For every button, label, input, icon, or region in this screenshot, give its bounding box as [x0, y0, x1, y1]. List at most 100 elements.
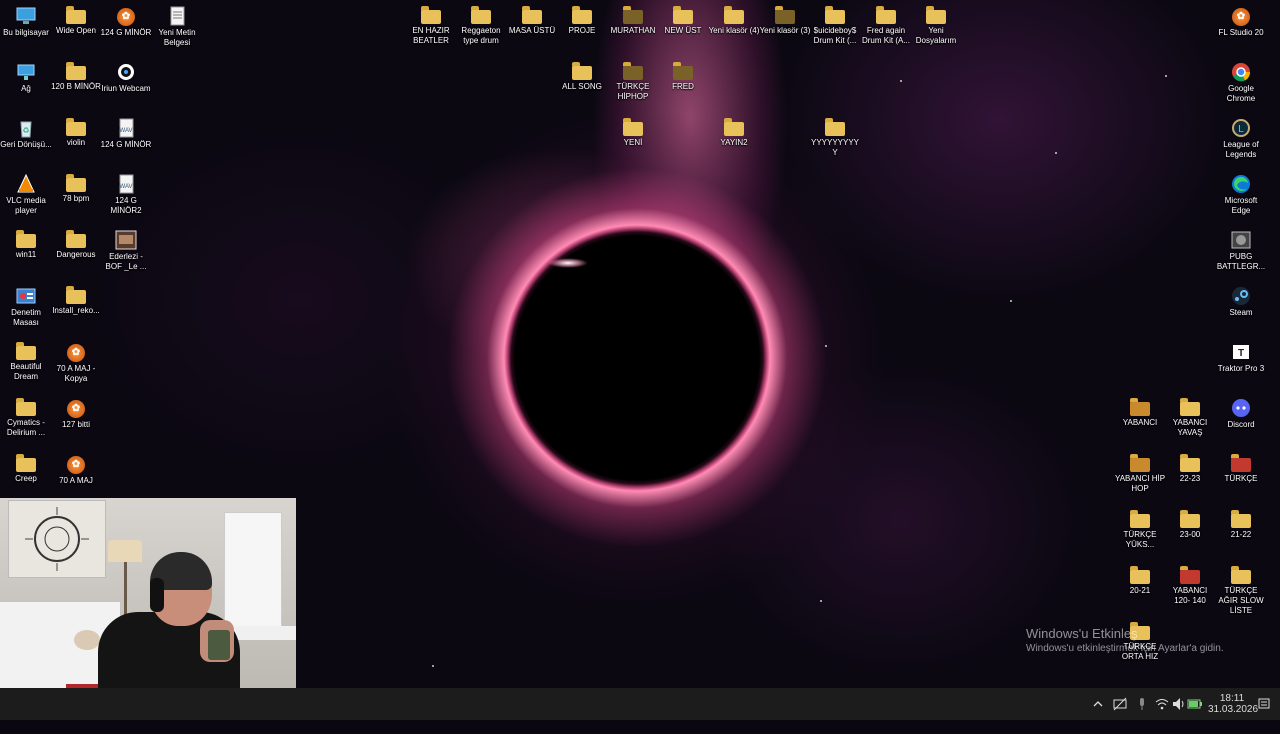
volume-icon[interactable]	[1170, 688, 1186, 720]
desktop-icon-beautiful-dream[interactable]: Beautiful Dream	[0, 336, 52, 382]
desktop-icon-cymatics-delirium[interactable]: Cymatics - Delirium ...	[0, 392, 52, 438]
desktop-icon-yabanci-120-140[interactable]: YABANCI 120- 140	[1164, 560, 1216, 606]
desktop-icon-yeni-dosyalarim[interactable]: Yeni Dosyalarım	[910, 0, 962, 46]
wallpaper-flare	[548, 258, 588, 268]
desktop-icon-turkce[interactable]: TÜRKÇE	[1215, 448, 1267, 484]
desktop-icon-70-a-maj-kopya[interactable]: ✿ 70 A MAJ - Kopya	[50, 336, 102, 384]
desktop-icon-fred[interactable]: FRED	[657, 56, 709, 92]
desktop-icon-124-g-minor-wav[interactable]: WAV 124 G MİNÖR	[100, 112, 152, 150]
desktop-icon-label: Steam	[1229, 308, 1253, 317]
desktop-icon-label: 21-22	[1230, 530, 1252, 539]
folder-icon	[66, 230, 86, 248]
desktop-icon-yabanci[interactable]: YABANCI	[1114, 392, 1166, 428]
svg-text:♻: ♻	[22, 126, 29, 135]
desktop-icon-label: Dangerous	[56, 250, 96, 259]
desktop-icon-label: Install_reko...	[52, 306, 100, 315]
desktop-icon-iriun-webcam[interactable]: Iriun Webcam	[100, 56, 152, 94]
desktop-icon-murathan[interactable]: MURATHAN	[607, 0, 659, 36]
microphone-icon[interactable]	[1134, 688, 1150, 720]
desktop-icon-yabanci-yavas[interactable]: YABANCI YAVAŞ	[1164, 392, 1216, 438]
desktop-icon-22-23[interactable]: 22-23	[1164, 448, 1216, 484]
taskbar: 18:11 31.03.2026	[0, 688, 1280, 720]
desktop-icon-traktor-pro-3[interactable]: T Traktor Pro 3	[1215, 336, 1267, 374]
desktop-icon-steam[interactable]: Steam	[1215, 280, 1267, 318]
desktop-icon-label: NEW ÜST	[664, 26, 702, 35]
desktop-icon-label: violin	[66, 138, 86, 147]
desktop-icon-ag[interactable]: Ağ	[0, 56, 52, 94]
folder-icon	[623, 62, 643, 80]
desktop-icon-masa-ustu[interactable]: MASA ÜSTÜ	[506, 0, 558, 36]
desktop-icon-bu-bilgisayar[interactable]: Bu bilgisayar	[0, 0, 52, 38]
desktop-icon-124-g-minor2[interactable]: WAV 124 G MİNÖR2	[100, 168, 152, 216]
desktop-icon-violin[interactable]: violin	[50, 112, 102, 148]
folder-icon	[1231, 510, 1251, 528]
desktop-icon-turkce-yuks[interactable]: TÜRKÇE YÜKS...	[1114, 504, 1166, 550]
desktop-icon-dangerous[interactable]: Dangerous	[50, 224, 102, 260]
activation-message: Windows'u etkinleştirmek için Ayarlar'a …	[1026, 643, 1224, 654]
desktop-icon-ederlezi[interactable]: Ederlezi - BOF _Le ...	[100, 224, 152, 272]
desktop-icon-all-song[interactable]: ALL SONG	[556, 56, 608, 92]
chevron-up-icon[interactable]	[1090, 688, 1106, 720]
desktop-icon-turkce-agir-slow-liste[interactable]: TÜRKÇE AĞIR SLOW LİSTE	[1215, 560, 1267, 616]
desktop-icon-label: FRED	[672, 82, 694, 91]
desktop-icon-78-bpm[interactable]: 78 bpm	[50, 168, 102, 204]
desktop-icon-label: PUBG BATTLEGR...	[1216, 252, 1266, 271]
desktop-icon-league-of-legends[interactable]: L League of Legends	[1215, 112, 1267, 160]
desktop-icon-en-hazir-beatler[interactable]: EN HAZIR BEATLER	[405, 0, 457, 46]
fl-studio-project-icon: ✿	[117, 8, 135, 26]
desktop-icon-fred-again-drum-kit[interactable]: Fred again Drum Kit (A...	[860, 0, 912, 46]
desktop-icon-creep[interactable]: Creep	[0, 448, 52, 484]
desktop-icon-label: TÜRKÇE HİPHOP	[616, 82, 650, 101]
battery-icon[interactable]	[1186, 688, 1204, 720]
desktop-icon-yeni-klasor-3[interactable]: Yeni klasör (3)	[759, 0, 811, 36]
desktop-icon-70-a-maj[interactable]: ✿ 70 A MAJ	[50, 448, 102, 486]
desktop-icon-microsoft-edge[interactable]: Microsoft Edge	[1215, 168, 1267, 216]
desktop-icon-pubg[interactable]: PUBG BATTLEGR...	[1215, 224, 1267, 272]
desktop-icon-yeni[interactable]: YENİ	[607, 112, 659, 148]
desktop-icon-21-22[interactable]: 21-22	[1215, 504, 1267, 540]
desktop-icon-yayin2[interactable]: YAYIN2	[708, 112, 760, 148]
desktop-icon-discord[interactable]: Discord	[1215, 392, 1267, 430]
desktop-icon-124-g-minor-flp[interactable]: ✿ 124 G MİNÖR	[100, 0, 152, 38]
desktop-icon-denetim-masasi[interactable]: Denetim Masası	[0, 280, 52, 328]
clock[interactable]: 18:11 31.03.2026	[1208, 688, 1258, 720]
desktop-icon-geri-donusum[interactable]: ♻ Geri Dönüşü...	[0, 112, 52, 150]
desktop-icon-120-b-minor[interactable]: 120 B MİNÖR	[50, 56, 102, 92]
pubg-icon	[1230, 230, 1252, 250]
network-off-icon[interactable]	[1112, 688, 1128, 720]
desktop-icon-yyyyyyyyyy[interactable]: YYYYYYYYYY	[809, 112, 861, 158]
desktop-icon-label: Reggaeton type drum	[461, 26, 501, 45]
desktop-icon-vlc[interactable]: VLC media player	[0, 168, 52, 216]
desktop-icon-proje[interactable]: PROJE	[556, 0, 608, 36]
folder-icon	[876, 6, 896, 24]
desktop-icon-label: Beautiful Dream	[10, 362, 42, 381]
notification-icon[interactable]	[1256, 688, 1272, 720]
desktop-icon-label: Geri Dönüşü...	[0, 140, 52, 149]
folder-icon	[1130, 566, 1150, 584]
desktop-icon-google-chrome[interactable]: Google Chrome	[1215, 56, 1267, 104]
desktop-icon-label: 20-21	[1129, 586, 1151, 595]
desktop-icon-label: YABANCI 120- 140	[1172, 586, 1208, 605]
desktop-icon-turkce-hiphop[interactable]: TÜRKÇE HİPHOP	[607, 56, 659, 102]
desktop-icon-yabanci-hip-hop[interactable]: YABANCI HİP HOP	[1114, 448, 1166, 494]
folder-icon	[1231, 566, 1251, 584]
desktop-icon-new-ust[interactable]: NEW ÜST	[657, 0, 709, 36]
desktop-icon-win11[interactable]: win11	[0, 224, 52, 260]
desktop-icon-yeni-klasor-4[interactable]: Yeni klasör (4)	[708, 0, 760, 36]
desktop-icon-yeni-metin-belgesi[interactable]: Yeni Metin Belgesi	[151, 0, 203, 48]
desktop-icon-install-reko[interactable]: Install_reko...	[50, 280, 102, 316]
control-panel-icon	[15, 286, 37, 306]
folder-icon	[775, 6, 795, 24]
desktop-icon-wide-open[interactable]: Wide Open	[50, 0, 102, 36]
desktop-icon-suicideboys-drum-kit[interactable]: $uicideboy$ Drum Kit (...	[809, 0, 861, 46]
desktop-icon-20-21[interactable]: 20-21	[1114, 560, 1166, 596]
folder-icon	[66, 6, 86, 24]
desktop-icon-label: YABANCI HİP HOP	[1114, 474, 1166, 493]
desktop-icon-reggaeton-type-drum[interactable]: Reggaeton type drum	[455, 0, 507, 46]
wifi-icon[interactable]	[1154, 688, 1170, 720]
desktop-icon-23-00[interactable]: 23-00	[1164, 504, 1216, 540]
desktop-icon-127-bitti[interactable]: ✿ 127 bitti	[50, 392, 102, 430]
vlc-icon	[15, 173, 37, 194]
desktop-icon-fl-studio-20[interactable]: ✿ FL Studio 20	[1215, 0, 1267, 38]
desktop-icon-label: 23-00	[1179, 530, 1201, 539]
